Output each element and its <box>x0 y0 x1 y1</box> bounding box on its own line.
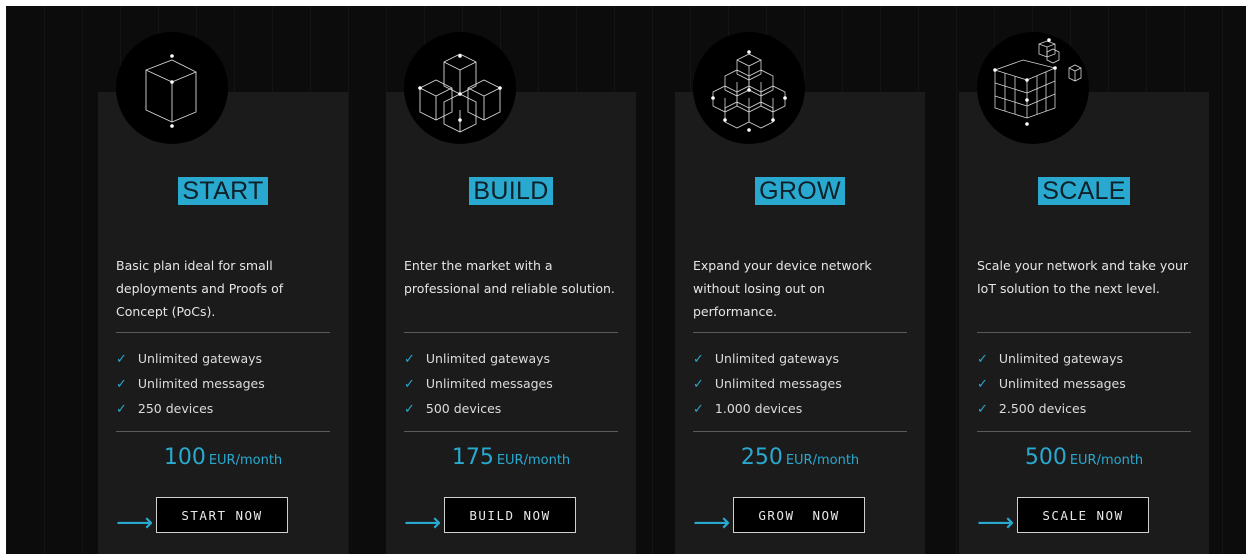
grow-now-button[interactable]: GROW NOW <box>733 497 865 533</box>
feature-item: ✓ 2.500 devices <box>977 401 1087 417</box>
plan-title: GROW <box>675 177 925 205</box>
divider <box>404 431 618 432</box>
plan-title: START <box>98 177 348 205</box>
feature-item: ✓ Unlimited gateways <box>977 351 1124 367</box>
cube-stack-icon <box>404 32 516 144</box>
feature-item: ✓ Unlimited messages <box>693 376 842 392</box>
feature-item: ✓ Unlimited messages <box>116 376 265 392</box>
pricing-section: START Basic plan ideal for small deploym… <box>6 6 1246 554</box>
divider <box>116 332 330 333</box>
plan-price: 250 EUR/month <box>740 445 860 470</box>
check-icon: ✓ <box>977 352 988 367</box>
check-icon: ✓ <box>116 402 127 417</box>
feature-item: ✓ Unlimited gateways <box>116 351 263 367</box>
plan-price: 500 EUR/month <box>1024 445 1144 470</box>
plan-price: 100 EUR/month <box>163 445 283 470</box>
build-now-button[interactable]: BUILD NOW <box>444 497 576 533</box>
plan-card-start: START Basic plan ideal for small deploym… <box>98 32 348 554</box>
check-icon: ✓ <box>116 377 127 392</box>
check-icon: ✓ <box>116 352 127 367</box>
plan-description: Scale your network and take your IoT sol… <box>977 258 1189 296</box>
cube-pyramid-icon <box>693 32 805 144</box>
plan-description: Enter the market with a professional and… <box>404 258 615 296</box>
check-icon: ✓ <box>693 352 704 367</box>
check-icon: ✓ <box>977 402 988 417</box>
divider <box>404 332 618 333</box>
arrow-right-icon: ⟶ <box>116 508 154 538</box>
feature-list: ✓ Unlimited gateways ✓ Unlimited messages … <box>116 347 265 422</box>
arrow-right-icon: ⟶ <box>693 508 731 538</box>
start-now-button[interactable]: START NOW <box>156 497 288 533</box>
feature-list: ✓ Unlimited gateways ✓ Unlimited messages … <box>693 347 842 422</box>
plan-card-build: BUILD Enter the market with a profession… <box>386 32 636 554</box>
plan-card-scale: SCALE Scale your network and take your I… <box>959 32 1209 554</box>
check-icon: ✓ <box>404 402 415 417</box>
divider <box>693 431 907 432</box>
arrow-right-icon: ⟶ <box>404 508 442 538</box>
plan-card-grow: GROW Expand your device network without … <box>675 32 925 554</box>
feature-item: ✓ 1.000 devices <box>693 401 803 417</box>
cube-grid-icon <box>977 32 1089 144</box>
plan-price: 175 EUR/month <box>451 445 571 470</box>
feature-item: ✓ Unlimited gateways <box>404 351 551 367</box>
feature-item: ✓ Unlimited messages <box>404 376 553 392</box>
feature-list: ✓ Unlimited gateways ✓ Unlimited messages … <box>404 347 553 422</box>
feature-item: ✓ 250 devices <box>116 401 214 417</box>
feature-item: ✓ 500 devices <box>404 401 502 417</box>
feature-item: ✓ Unlimited messages <box>977 376 1126 392</box>
arrow-right-icon: ⟶ <box>977 508 1015 538</box>
plan-title: BUILD <box>386 177 636 205</box>
feature-list: ✓ Unlimited gateways ✓ Unlimited messages … <box>977 347 1126 422</box>
feature-item: ✓ Unlimited gateways <box>693 351 840 367</box>
plan-title: SCALE <box>959 177 1209 205</box>
divider <box>977 431 1191 432</box>
divider <box>977 332 1191 333</box>
single-cube-icon <box>116 32 228 144</box>
scale-now-button[interactable]: SCALE NOW <box>1017 497 1149 533</box>
plan-description: Basic plan ideal for small deployments a… <box>116 258 284 319</box>
check-icon: ✓ <box>693 377 704 392</box>
check-icon: ✓ <box>693 402 704 417</box>
check-icon: ✓ <box>404 377 415 392</box>
check-icon: ✓ <box>404 352 415 367</box>
plan-description: Expand your device network without losin… <box>693 258 872 319</box>
check-icon: ✓ <box>977 377 988 392</box>
divider <box>693 332 907 333</box>
divider <box>116 431 330 432</box>
